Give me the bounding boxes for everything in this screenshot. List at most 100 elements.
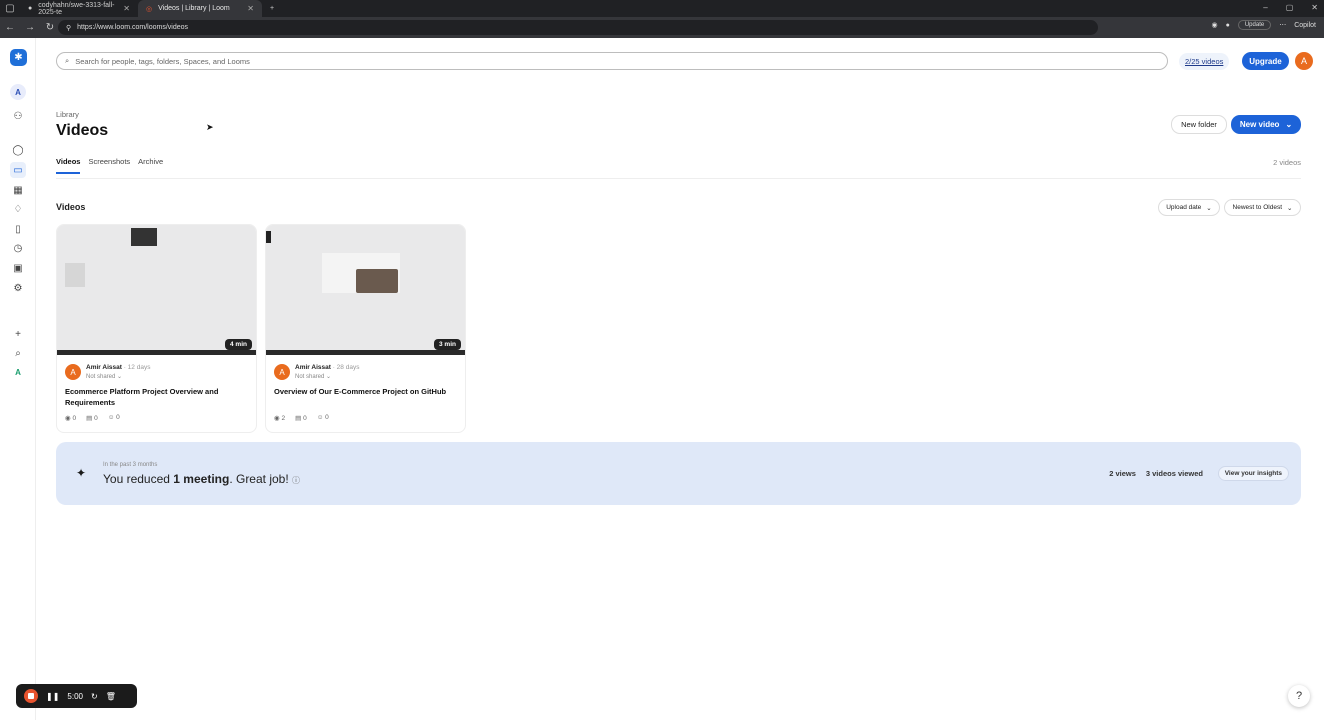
author-line: Amir Aissat · 28 days — [295, 364, 359, 371]
video-quota-badge[interactable]: 2/25 videos — [1179, 53, 1230, 70]
share-status-label: Not shared — [295, 374, 325, 380]
info-icon[interactable]: ⓘ — [292, 476, 300, 485]
pause-icon[interactable]: ❚❚ — [46, 692, 59, 701]
user-avatar[interactable]: A — [1295, 52, 1313, 70]
video-stats: ◉ 0 ▤ 0 ☺ 0 — [65, 414, 120, 422]
tab-screenshots[interactable]: Screenshots — [88, 157, 130, 174]
personal-icon[interactable]: ◯ — [10, 142, 26, 158]
new-video-button[interactable]: New video ⌄ — [1231, 115, 1301, 134]
comment-icon: ▤ — [86, 415, 93, 422]
library-icon[interactable]: ▭ — [10, 162, 26, 178]
copilot-button[interactable]: Copilot — [1294, 22, 1316, 29]
video-thumbnail[interactable]: 4 min — [57, 225, 256, 355]
github-icon: ● — [28, 5, 33, 12]
profile-icon[interactable]: ● — [1226, 22, 1230, 29]
party-popper-icon: ✦ — [76, 466, 87, 480]
tab-videos[interactable]: Videos — [56, 157, 81, 174]
browser-tab-active[interactable]: ◎ Videos | Library | Loom ✕ — [138, 0, 262, 17]
reactions-stat: ☺ 0 — [317, 414, 329, 422]
loom-logo-icon[interactable]: ✱ — [10, 49, 27, 66]
tab-archive[interactable]: Archive — [138, 157, 163, 174]
stop-icon — [28, 693, 34, 699]
video-title[interactable]: Ecommerce Platform Project Overview and … — [65, 386, 245, 408]
share-status[interactable]: Not shared ⌄ — [295, 373, 331, 380]
upgrade-button[interactable]: Upgrade — [1242, 52, 1289, 70]
video-title[interactable]: Overview of Our E-Commerce Project on Gi… — [274, 386, 454, 397]
thumbnail-detail — [65, 263, 85, 287]
menu-icon[interactable]: ⋯ — [1279, 21, 1286, 29]
webcam-bubble — [356, 269, 398, 293]
maximize-icon[interactable]: ▢ — [1286, 3, 1294, 12]
calendar-icon[interactable]: ▦ — [10, 182, 26, 198]
eye-icon: ◉ — [65, 415, 71, 422]
tab-title: Videos | Library | Loom — [158, 5, 230, 12]
workspace-switcher[interactable]: A — [10, 84, 26, 100]
video-card[interactable]: 4 min A Amir Aissat · 12 days Not shared… — [56, 224, 257, 433]
author-line: Amir Aissat · 12 days — [86, 364, 150, 371]
bookmark-icon[interactable]: ▯ — [10, 221, 26, 237]
invite-user-icon[interactable]: ⚇ — [10, 108, 26, 124]
space-avatar[interactable]: A — [10, 364, 26, 380]
comments-count: 0 — [94, 415, 98, 422]
back-icon[interactable]: ← — [0, 22, 20, 33]
library-tabs: Videos Screenshots Archive — [56, 157, 163, 174]
minimize-icon[interactable]: – — [1263, 3, 1267, 12]
share-status[interactable]: Not shared ⌄ — [86, 373, 122, 380]
close-tab-icon[interactable]: ✕ — [247, 4, 254, 13]
insights-stats: 2 views 3 videos viewed — [1109, 469, 1203, 478]
tab-title: codyhahn/swe-3313-fall-2025-te — [38, 1, 115, 16]
views-count: 2 — [281, 415, 286, 422]
thumbnail-taskbar — [57, 350, 256, 355]
close-window-icon[interactable]: ✕ — [1311, 3, 1318, 12]
chevron-down-icon: ⌄ — [1285, 120, 1293, 129]
site-info-icon[interactable]: ⚲ — [66, 24, 71, 32]
insights-text-suffix: . Great job! — [229, 472, 289, 486]
video-card[interactable]: 3 min A Amir Aissat · 28 days Not shared… — [265, 224, 466, 433]
new-tab-button[interactable]: + — [262, 0, 282, 17]
insights-message: You reduced 1 meeting. Great job! ⓘ — [103, 472, 300, 486]
smiley-icon: ☺ — [316, 414, 324, 421]
add-icon[interactable]: + — [10, 326, 26, 342]
settings-icon[interactable]: ⚙ — [10, 280, 26, 296]
views-count: 0 — [72, 415, 77, 422]
views-stat: ◉ 2 — [274, 414, 285, 422]
help-button[interactable]: ? — [1288, 685, 1310, 707]
breadcrumb[interactable]: Library — [56, 110, 79, 119]
reload-icon[interactable]: ↻ — [40, 22, 60, 33]
comments-stat: ▤ 0 — [86, 414, 98, 422]
chevron-down-icon: ⌄ — [1287, 204, 1293, 212]
close-tab-icon[interactable]: ✕ — [123, 4, 130, 13]
browser-tab[interactable]: ● codyhahn/swe-3313-fall-2025-te ✕ — [20, 0, 138, 17]
url-text: https://www.loom.com/looms/videos — [77, 24, 189, 31]
gift-icon[interactable]: ▣ — [10, 260, 26, 276]
notifications-icon[interactable]: ♢ — [10, 201, 26, 217]
extension-icon[interactable]: ◉ — [1212, 21, 1218, 29]
section-title: Videos — [56, 202, 86, 212]
duration-badge: 4 min — [225, 339, 252, 350]
author-name: Amir Aissat — [86, 364, 122, 371]
stop-recording-button[interactable] — [24, 689, 38, 703]
history-icon[interactable]: ◷ — [10, 240, 26, 256]
view-insights-button[interactable]: View your insights — [1217, 466, 1289, 481]
video-age: · 12 days — [123, 364, 151, 371]
update-button[interactable]: Update — [1237, 20, 1272, 30]
trash-icon[interactable]: 🗑 — [106, 692, 116, 701]
forward-icon[interactable]: → — [20, 22, 40, 33]
tab-actions-icon[interactable]: ▢ — [0, 3, 20, 14]
new-folder-button[interactable]: New folder — [1171, 115, 1227, 134]
divider — [56, 178, 1301, 179]
restart-icon[interactable]: ↻ — [91, 692, 98, 701]
search-sidebar-icon[interactable]: ⌕ — [10, 345, 26, 361]
chevron-down-icon: ⌄ — [1206, 204, 1212, 212]
comments-stat: ▤ 0 — [295, 414, 307, 422]
video-thumbnail[interactable]: 3 min — [266, 225, 465, 355]
thumbnail-detail — [131, 228, 157, 246]
insights-videos-viewed: 3 videos viewed — [1145, 469, 1203, 478]
search-placeholder: Search for people, tags, folders, Spaces… — [75, 56, 250, 66]
sort-field-dropdown[interactable]: Upload date ⌄ — [1158, 199, 1220, 216]
sort-order-dropdown[interactable]: Newest to Oldest ⌄ — [1224, 199, 1301, 216]
address-bar[interactable]: ⚲ https://www.loom.com/looms/videos — [58, 20, 1098, 35]
video-age: · 28 days — [332, 364, 360, 371]
insights-text-prefix: You reduced — [103, 472, 174, 486]
search-input[interactable]: ⌕ Search for people, tags, folders, Spac… — [56, 52, 1168, 70]
